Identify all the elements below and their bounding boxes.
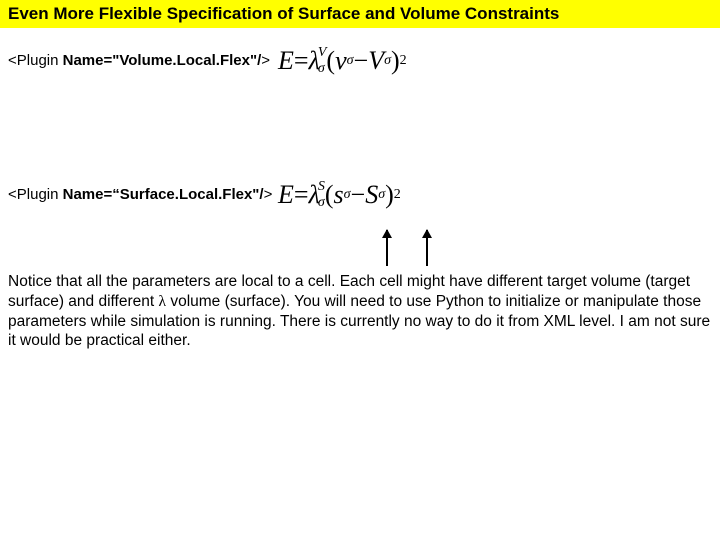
eq-minus: −	[354, 48, 369, 74]
eq-rparen: )	[391, 48, 400, 74]
equation-surface: E = λ S σ ( s σ − S σ ) 2	[278, 180, 712, 210]
eq-lambda-sub: σ	[318, 196, 325, 210]
eq-equals: =	[294, 48, 309, 74]
formula-surface: E = λ S σ ( s σ − S σ ) 2	[278, 180, 712, 226]
eq-equals: =	[294, 182, 309, 208]
eq-lparen: (	[325, 182, 334, 208]
eq-s: s	[334, 182, 344, 208]
plugin-surface: <Plugin Name=“Surface.Local.Flex"/>	[8, 180, 278, 203]
row-surface: <Plugin Name=“Surface.Local.Flex"/> E = …	[0, 180, 720, 226]
eq-nu: ν	[335, 48, 347, 74]
eq-E: E	[278, 48, 294, 74]
plugin-close: >	[264, 186, 273, 203]
eq-lambda-supsub: V σ	[318, 46, 327, 76]
eq-lambda-sup: V	[318, 46, 327, 60]
plugin-volume: <Plugin Name="Volume.Local.Flex"/>	[8, 46, 278, 69]
row-volume: <Plugin Name="Volume.Local.Flex"/> E = λ…	[0, 46, 720, 92]
eq-lambda-supsub: S σ	[318, 180, 325, 210]
plugin-open: <Plugin	[8, 186, 58, 203]
plugin-attr: Name=“Surface.Local.Flex"/	[58, 186, 263, 203]
eq-S: S	[365, 182, 378, 208]
plugin-attr: Name="Volume.Local.Flex"/	[58, 52, 261, 69]
eq-rparen: )	[385, 182, 394, 208]
eq-V: V	[368, 48, 384, 74]
arrow-icon	[386, 230, 388, 266]
plugin-close: >	[261, 52, 270, 69]
body-paragraph: Notice that all the parameters are local…	[0, 272, 720, 351]
slide-title: Even More Flexible Specification of Surf…	[0, 0, 720, 28]
plugin-open: <Plugin	[8, 52, 58, 69]
eq-lparen: (	[326, 48, 335, 74]
eq-E: E	[278, 182, 294, 208]
formula-volume: E = λ V σ ( ν σ − V σ ) 2	[278, 46, 712, 92]
equation-volume: E = λ V σ ( ν σ − V σ ) 2	[278, 46, 712, 76]
lambda-symbol: λ	[159, 293, 167, 310]
eq-lambda-sub: σ	[318, 62, 327, 76]
arrow-icon	[426, 230, 428, 266]
eq-minus: −	[351, 182, 366, 208]
eq-lambda-sup: S	[318, 180, 325, 194]
